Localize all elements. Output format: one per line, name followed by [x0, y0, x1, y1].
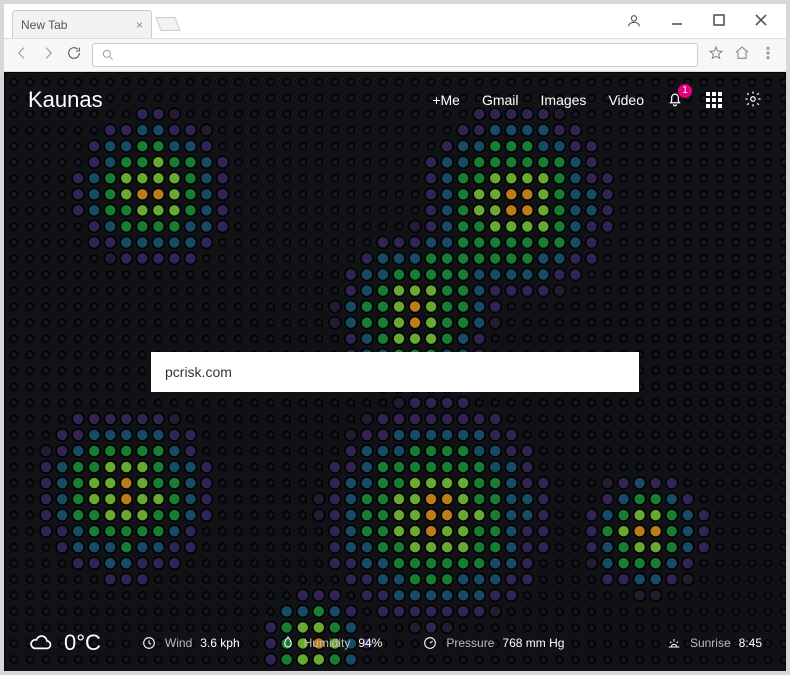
star-icon[interactable]	[708, 45, 724, 66]
notification-badge: 1	[678, 84, 692, 98]
page-content: Kaunas +Me Gmail Images Video 1	[4, 72, 786, 671]
humidity-value: 94%	[358, 636, 382, 650]
omnibox[interactable]	[92, 43, 698, 67]
gear-icon[interactable]	[744, 90, 762, 111]
wind-label: Wind	[165, 636, 192, 650]
search-hint-icon	[101, 48, 115, 62]
weather-pressure: Pressure 768 mm Hg	[422, 635, 564, 651]
maximize-icon[interactable]	[712, 13, 726, 29]
browser-menu-icon[interactable]	[760, 45, 776, 66]
nav-link-me[interactable]: +Me	[432, 92, 460, 108]
humidity-icon	[280, 635, 296, 651]
pressure-value: 768 mm Hg	[502, 636, 564, 650]
weather-bar: 0°C Wind 3.6 kph Humidity 94% Pressure 7…	[4, 615, 786, 671]
humidity-label: Humidity	[304, 636, 351, 650]
close-icon[interactable]	[754, 13, 768, 29]
account-icon[interactable]	[626, 13, 642, 29]
apps-grid-icon[interactable]	[706, 92, 722, 108]
cloud-icon	[28, 630, 54, 656]
new-tab-button[interactable]	[155, 17, 180, 31]
sunrise-value: 8:45	[739, 636, 762, 650]
notifications-button[interactable]: 1	[666, 90, 684, 111]
weather-sunrise: Sunrise 8:45	[666, 635, 762, 651]
reload-button[interactable]	[66, 45, 82, 66]
tab-close-icon[interactable]: ×	[136, 18, 143, 32]
browser-tab[interactable]: New Tab ×	[12, 10, 152, 38]
tab-title: New Tab	[21, 18, 67, 32]
page-topbar: Kaunas +Me Gmail Images Video 1	[4, 72, 786, 128]
search-container	[151, 352, 639, 392]
weather-wind: Wind 3.6 kph	[141, 635, 240, 651]
address-bar	[4, 38, 786, 72]
temp-value: 0°C	[64, 630, 101, 656]
search-input[interactable]	[151, 352, 639, 392]
minimize-icon[interactable]	[670, 13, 684, 29]
location-name: Kaunas	[28, 87, 103, 113]
weather-temperature: 0°C	[28, 630, 101, 656]
clock-icon	[141, 635, 157, 651]
nav-link-gmail[interactable]: Gmail	[482, 92, 519, 108]
pressure-label: Pressure	[446, 636, 494, 650]
wind-value: 3.6 kph	[200, 636, 239, 650]
nav-link-images[interactable]: Images	[541, 92, 587, 108]
sunrise-label: Sunrise	[690, 636, 731, 650]
sunrise-icon	[666, 635, 682, 651]
home-icon[interactable]	[734, 45, 750, 66]
weather-humidity: Humidity 94%	[280, 635, 383, 651]
gauge-icon	[422, 635, 438, 651]
forward-button[interactable]	[40, 45, 56, 66]
nav-link-video[interactable]: Video	[608, 92, 644, 108]
browser-titlebar: New Tab ×	[4, 4, 786, 38]
back-button[interactable]	[14, 45, 30, 66]
